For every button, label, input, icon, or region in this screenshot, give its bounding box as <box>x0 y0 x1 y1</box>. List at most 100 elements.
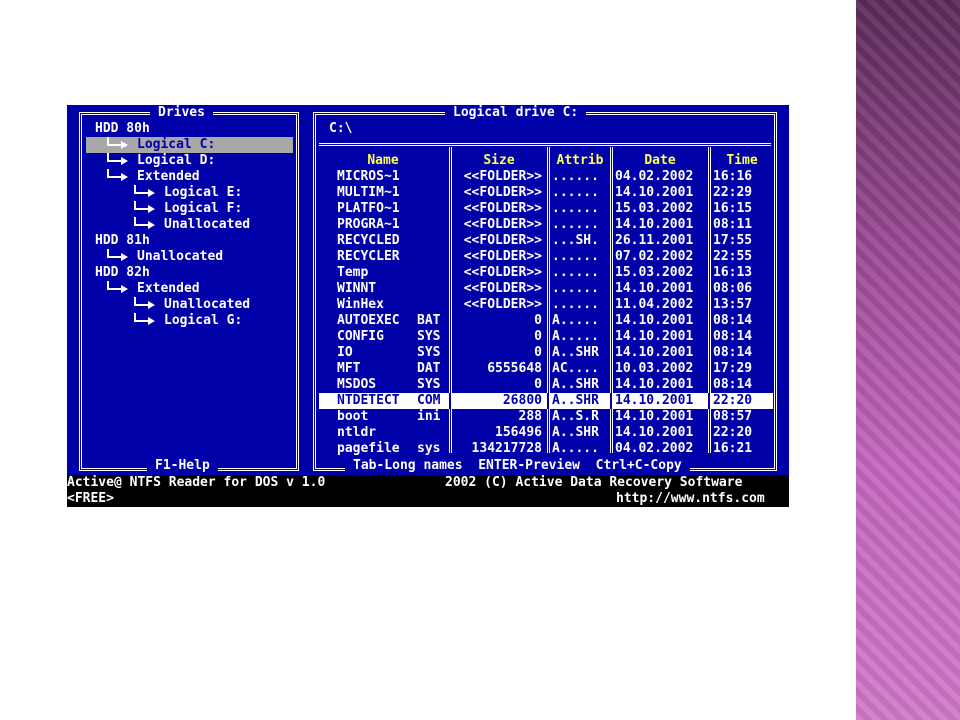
drive-label: Logical F: <box>164 201 243 216</box>
row-separator <box>547 393 549 409</box>
file-attrib: A..... <box>552 329 599 344</box>
file-row[interactable]: IO SYS 0 A..SHR 14.10.2001 08:14 <box>319 345 773 361</box>
file-time: 08:11 <box>713 217 753 232</box>
drive-label: HDD 82h <box>95 265 150 280</box>
tree-connector-icon <box>107 153 121 162</box>
drive-tree-item[interactable]: Logical D: <box>86 153 293 169</box>
file-attrib: A..SHR <box>552 425 599 440</box>
file-name: pagefile <box>337 441 400 456</box>
file-time: 17:29 <box>713 361 753 376</box>
file-row[interactable]: PROGRA~1 <<FOLDER>>...... 14.10.2001 08:11 <box>319 217 773 233</box>
file-extension: SYS <box>417 329 441 344</box>
file-date: 15.03.2002 <box>615 265 694 280</box>
drive-label: Extended <box>137 169 200 184</box>
file-attrib: ...... <box>552 281 599 296</box>
tree-connector-icon <box>107 169 121 178</box>
file-row[interactable]: PLATFO~1 <<FOLDER>>...... 15.03.2002 16:15 <box>319 201 773 217</box>
drive-tree-item[interactable]: HDD 80h <box>86 121 293 137</box>
column-header-name[interactable]: Name <box>319 153 447 169</box>
file-attrib: ...... <box>552 169 599 184</box>
file-date: 11.04.2002 <box>615 297 694 312</box>
file-row[interactable]: NTDETECT COM 26800 A..SHR 14.10.2001 22:20 <box>319 393 773 409</box>
path-divider <box>319 143 771 146</box>
file-date: 04.02.2002 <box>615 169 694 184</box>
app-name: Active@ NTFS Reader for DOS v 1.0 <box>67 475 326 490</box>
drive-tree-item[interactable]: Logical C: <box>86 137 293 153</box>
file-attrib: ...... <box>552 201 599 216</box>
drive-tree-item[interactable]: Extended <box>86 169 293 185</box>
column-header-size[interactable]: Size <box>453 153 545 169</box>
drive-label: Logical G: <box>164 313 243 328</box>
file-row[interactable]: Temp <<FOLDER>>...... 15.03.2002 16:13 <box>319 265 773 281</box>
file-size: 0 <box>534 329 542 344</box>
file-row[interactable]: MICROS~1 <<FOLDER>>...... 04.02.2002 16:16 <box>319 169 773 185</box>
decorative-strip <box>856 0 960 720</box>
tree-arrow-icon <box>121 157 128 165</box>
drive-tree-item[interactable]: Logical E: <box>86 185 293 201</box>
file-date: 15.03.2002 <box>615 201 694 216</box>
file-row[interactable]: RECYCLED <<FOLDER>> ...SH. 26.11.2001 17:55 <box>319 233 773 249</box>
drive-tree-item[interactable]: Logical G: <box>86 313 293 329</box>
file-row[interactable]: pagefile sys 134217728 A..... 04.02.2002 16:2… <box>319 441 773 457</box>
file-row[interactable]: boot ini 288 A..S.R 14.10.2001 08:57 <box>319 409 773 425</box>
file-date: 26.11.2001 <box>615 233 694 248</box>
drive-label: Unallocated <box>164 217 251 232</box>
file-size: 0 <box>534 377 542 392</box>
file-size: <<FOLDER>> <box>463 233 542 248</box>
drive-label: Unallocated <box>137 249 224 264</box>
drive-tree-item[interactable]: HDD 82h <box>86 265 293 281</box>
file-date: 07.02.2002 <box>615 249 694 264</box>
tree-arrow-icon <box>148 205 155 213</box>
file-row[interactable]: CONFIG SYS 0 A..... 14.10.2001 08:14 <box>319 329 773 345</box>
drive-tree-item[interactable]: HDD 81h <box>86 233 293 249</box>
row-separator <box>449 393 451 409</box>
file-row[interactable]: AUTOEXEC BAT 0 A..... 14.10.2001 08:14 <box>319 313 773 329</box>
file-attrib: ...... <box>552 297 599 312</box>
file-size: <<FOLDER>> <box>463 297 542 312</box>
tree-connector-icon <box>134 201 148 210</box>
drive-tree-item[interactable]: Logical F: <box>86 201 293 217</box>
column-header-time[interactable]: Time <box>712 153 772 169</box>
file-attrib: A..... <box>552 441 599 456</box>
file-size: <<FOLDER>> <box>463 185 542 200</box>
file-date: 14.10.2001 <box>615 377 694 392</box>
file-attrib: ...... <box>552 185 599 200</box>
file-date: 14.10.2001 <box>615 281 694 296</box>
drive-tree-item[interactable]: Extended <box>86 281 293 297</box>
drives-panel-title: Drives <box>150 105 213 121</box>
drive-tree-item[interactable]: Unallocated <box>86 249 293 265</box>
file-time: 16:15 <box>713 201 753 216</box>
file-name: Temp <box>337 265 369 280</box>
row-separator <box>610 393 612 409</box>
file-row[interactable]: ntldr 156496 A..SHR 14.10.2001 22:20 <box>319 425 773 441</box>
file-row[interactable]: MULTIM~1 <<FOLDER>>...... 14.10.2001 22:29 <box>319 185 773 201</box>
drive-tree-item[interactable]: Unallocated <box>86 297 293 313</box>
file-name: NTDETECT <box>337 393 400 408</box>
help-label[interactable]: F1-Help <box>147 458 218 474</box>
drive-tree-item[interactable]: Unallocated <box>86 217 293 233</box>
file-size: <<FOLDER>> <box>463 201 542 216</box>
file-date: 14.10.2001 <box>615 185 694 200</box>
file-extension: SYS <box>417 377 441 392</box>
file-extension: SYS <box>417 345 441 360</box>
file-row[interactable]: RECYCLER <<FOLDER>>...... 07.02.2002 22:55 <box>319 249 773 265</box>
file-time: 16:16 <box>713 169 753 184</box>
website-link[interactable]: http://www.ntfs.com <box>616 491 765 507</box>
file-time: 22:29 <box>713 185 753 200</box>
key-hints: Tab-Long names ENTER-Preview Ctrl+C-Copy <box>345 458 690 474</box>
file-row[interactable]: WINNT <<FOLDER>>...... 14.10.2001 08:06 <box>319 281 773 297</box>
column-header-date[interactable]: Date <box>614 153 706 169</box>
file-extension: BAT <box>417 313 441 328</box>
file-size: 0 <box>534 345 542 360</box>
file-size: 156496 <box>495 425 542 440</box>
file-attrib: ...SH. <box>552 233 599 248</box>
file-row[interactable]: WinHex <<FOLDER>>...... 11.04.2002 13:57 <box>319 297 773 313</box>
current-path: C:\ <box>329 121 353 136</box>
file-row[interactable]: MSDOS SYS 0 A..SHR 14.10.2001 08:14 <box>319 377 773 393</box>
file-name: boot <box>337 409 369 424</box>
file-name: ntldr <box>337 425 377 440</box>
column-header-attrib[interactable]: Attrib <box>551 153 609 169</box>
file-row[interactable]: MFT DAT 6555648 AC.... 10.03.2002 17:29 <box>319 361 773 377</box>
file-name: WinHex <box>337 297 384 312</box>
file-size: 134217728 <box>471 441 542 456</box>
